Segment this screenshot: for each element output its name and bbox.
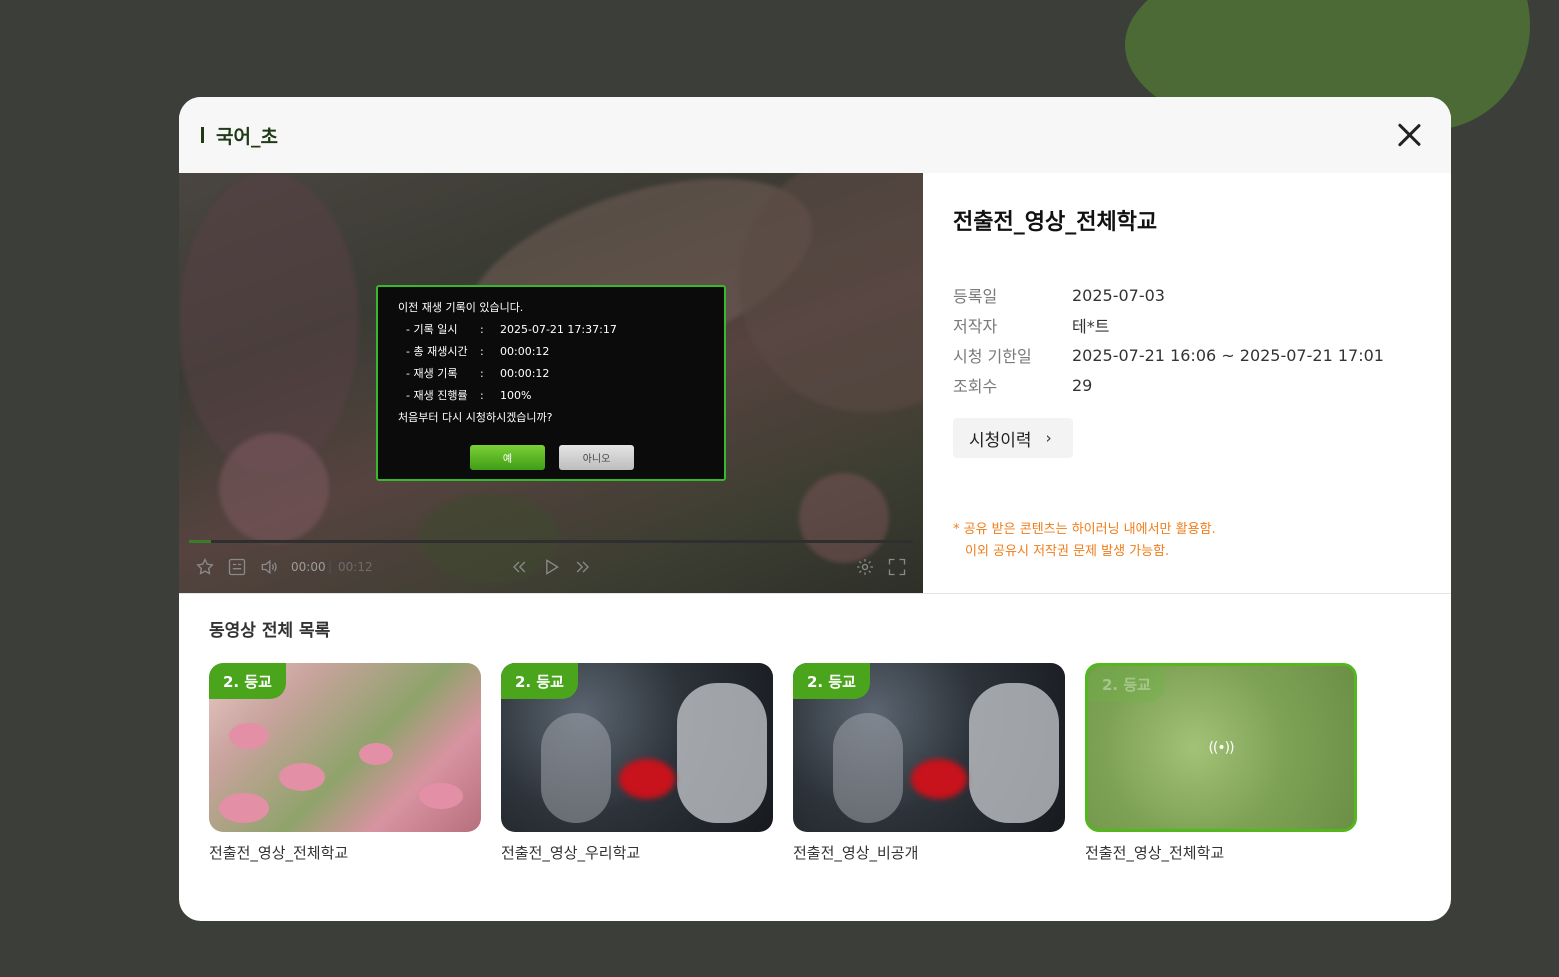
video-info-panel: 전출전_영상_전체학교 등록일 2025-07-03 저작자 테*트 시청 기한… [923, 173, 1451, 593]
meta-label: 등록일 [953, 287, 998, 306]
dialog-row-colon: : [480, 345, 484, 358]
video-thumbnail[interactable]: 2. 등교 ((•)) [1085, 663, 1357, 832]
video-modal: 국어_초 이전 재생 기록이 있습니다. - 기록 일시 : 2025-07-2… [179, 97, 1451, 921]
dialog-heading: 이전 재생 기록이 있습니다. [398, 301, 524, 314]
time-separator: | [328, 560, 333, 574]
player-controls: 00:00 | 00:12 [179, 555, 923, 581]
video-thumbnail[interactable]: 2. 등교 [209, 663, 481, 832]
copyright-notice: * 공유 받은 콘텐츠는 하이러닝 내에서만 활용함. 이외 공유시 저작권 문… [953, 519, 1216, 563]
video-thumbnail[interactable]: 2. 등교 [793, 663, 1065, 832]
video-title: 전출전_영상_전체학교 [953, 210, 1158, 235]
dialog-row-colon: : [480, 323, 484, 336]
top-area: 이전 재생 기록이 있습니다. - 기록 일시 : 2025-07-21 17:… [179, 173, 1451, 593]
thumbnail-shape [219, 793, 269, 823]
dialog-row-colon: : [480, 367, 484, 380]
category-badge: 2. 등교 [209, 663, 286, 699]
video-list-title: 동영상 전체 목록 [209, 621, 331, 641]
notice-line: * 공유 받은 콘텐츠는 하이러닝 내에서만 활용함. [953, 522, 1216, 537]
video-list: 2. 등교 전출전_영상_전체학교 2. 등교 전출전_영상_우리학교 2. 등… [209, 663, 1421, 863]
meta-row-registered: 등록일 2025-07-03 [953, 280, 1421, 310]
video-list-label: 전출전_영상_비공개 [793, 844, 919, 862]
resume-playback-dialog: 이전 재생 기록이 있습니다. - 기록 일시 : 2025-07-21 17:… [376, 285, 726, 481]
video-list-item[interactable]: 2. 등교 전출전_영상_비공개 [793, 663, 1065, 863]
title-accent-bar [201, 127, 204, 143]
video-list-item-active[interactable]: 2. 등교 ((•)) 전출전_영상_전체학교 [1085, 663, 1357, 863]
video-list-label: 전출전_영상_전체학교 [209, 844, 349, 862]
meta-label: 저작자 [953, 317, 998, 336]
video-frame-shape [739, 173, 923, 413]
thumbnail-shape [541, 713, 611, 823]
fast-forward-icon[interactable] [571, 555, 595, 579]
dialog-row-value: 00:00:12 [500, 367, 550, 380]
video-list-item[interactable]: 2. 등교 전출전_영상_전체학교 [209, 663, 481, 863]
thumbnail-shape [279, 763, 325, 791]
dialog-row-value: 100% [500, 389, 532, 402]
volume-icon[interactable] [257, 555, 281, 579]
video-list-item[interactable]: 2. 등교 전출전_영상_우리학교 [501, 663, 773, 863]
video-frame-shape [799, 473, 889, 563]
meta-label: 시청 기한일 [953, 347, 1032, 366]
video-thumbnail[interactable]: 2. 등교 [501, 663, 773, 832]
no-button[interactable]: 아니오 [559, 445, 634, 470]
modal-title: 국어_초 [216, 125, 278, 148]
modal-header: 국어_초 [179, 97, 1451, 173]
fullscreen-icon[interactable] [885, 555, 909, 579]
progress-fill [189, 540, 211, 543]
thumbnail-shape [229, 723, 269, 749]
notice-line: 이외 공유시 저작권 문제 발생 가능함. [965, 544, 1170, 559]
category-badge: 2. 등교 [1088, 666, 1165, 702]
thumbnail-shape [359, 743, 393, 765]
meta-row-deadline: 시청 기한일 2025-07-21 16:06 ~ 2025-07-21 17:… [953, 340, 1421, 370]
thumbnail-shape [419, 783, 463, 809]
dialog-buttons: 예 아니오 [470, 445, 634, 470]
video-frame-shape [219, 433, 329, 543]
star-icon[interactable] [193, 555, 217, 579]
dialog-row-label: - 기록 일시 [406, 323, 458, 336]
dialog-row-play-record: - 재생 기록 : 00:00:12 [398, 367, 724, 389]
chevron-right-icon: › [1045, 429, 1052, 447]
video-player[interactable]: 이전 재생 기록이 있습니다. - 기록 일시 : 2025-07-21 17:… [179, 173, 923, 593]
current-time: 00:00 [291, 560, 326, 574]
dialog-row-total-time: - 총 재생시간 : 00:00:12 [398, 345, 724, 367]
dialog-row-label: - 재생 진행률 [406, 389, 468, 402]
settings-icon[interactable] [853, 555, 877, 579]
video-frame-shape [179, 173, 359, 473]
dialog-row-value: 00:00:12 [500, 345, 550, 358]
total-time: 00:12 [338, 560, 373, 574]
video-list-section: 동영상 전체 목록 2. 등교 전출전_영상_전체학교 2. 등교 전출전_영상… [179, 594, 1451, 863]
meta-value: 29 [1072, 375, 1093, 395]
video-list-label: 전출전_영상_전체학교 [1085, 844, 1225, 862]
meta-row-author: 저작자 테*트 [953, 310, 1421, 340]
progress-bar[interactable] [189, 540, 913, 543]
watch-history-label: 시청이력 [969, 430, 1032, 451]
dialog-row-value: 2025-07-21 17:37:17 [500, 323, 617, 336]
video-list-label: 전출전_영상_우리학교 [501, 844, 641, 862]
meta-value: 2025-07-21 16:06 ~ 2025-07-21 17:01 [1072, 345, 1384, 365]
live-broadcast-icon: ((•)) [1208, 739, 1234, 756]
thumbnail-shape [677, 683, 767, 823]
close-icon[interactable] [1395, 121, 1423, 149]
meta-value: 2025-07-03 [1072, 285, 1165, 305]
dialog-row-label: - 재생 기록 [406, 367, 458, 380]
thumbnail-shape [969, 683, 1059, 823]
rewind-icon[interactable] [507, 555, 531, 579]
dialog-row-progress: - 재생 진행률 : 100% [398, 389, 724, 411]
yes-button[interactable]: 예 [470, 445, 545, 470]
dialog-question: 처음부터 다시 시청하시겠습니까? [398, 411, 553, 424]
play-icon[interactable] [539, 555, 563, 579]
dialog-row-record-time: - 기록 일시 : 2025-07-21 17:37:17 [398, 323, 724, 345]
watch-history-button[interactable]: 시청이력 › [953, 418, 1073, 458]
meta-value: 테*트 [1072, 317, 1110, 336]
dialog-row-label: - 총 재생시간 [406, 345, 468, 358]
category-badge: 2. 등교 [793, 663, 870, 699]
subtitle-icon[interactable] [225, 555, 249, 579]
meta-row-views: 조회수 29 [953, 370, 1421, 400]
thumbnail-shape [619, 759, 675, 799]
dialog-row-colon: : [480, 389, 484, 402]
thumbnail-shape [911, 759, 967, 799]
category-badge: 2. 등교 [501, 663, 578, 699]
thumbnail-shape [833, 713, 903, 823]
video-meta: 등록일 2025-07-03 저작자 테*트 시청 기한일 2025-07-21… [953, 280, 1421, 400]
meta-label: 조회수 [953, 377, 998, 396]
